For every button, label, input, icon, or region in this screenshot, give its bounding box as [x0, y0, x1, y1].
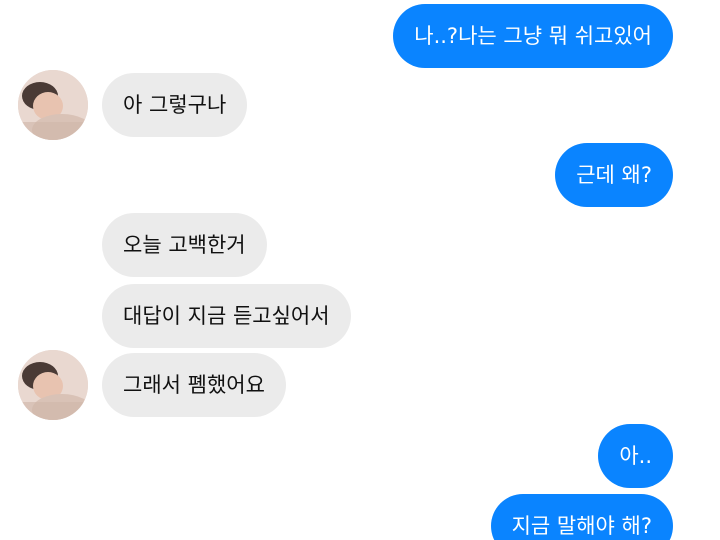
message-text: 지금 말해야 해? — [511, 514, 652, 538]
message-bubble-incoming[interactable]: 아 그렇구나 — [102, 73, 248, 137]
message-text: 아.. — [619, 444, 652, 468]
message-bubble-outgoing[interactable]: 근데 왜? — [555, 143, 673, 207]
message-text: 아 그렇구나 — [123, 93, 227, 117]
message-text: 오늘 고백한거 — [123, 233, 246, 257]
message-bubble-incoming[interactable]: 그래서 폠했어요 — [102, 353, 286, 417]
message-text: 대답이 지금 듣고싶어서 — [123, 304, 330, 328]
message-text: 나..?나는 그냥 뭐 쉬고있어 — [414, 24, 652, 48]
avatar-photo-icon — [18, 70, 88, 140]
avatar-photo-icon — [18, 350, 88, 420]
message-text: 그래서 폠했어요 — [123, 373, 265, 397]
contact-avatar[interactable] — [18, 350, 88, 420]
message-bubble-outgoing[interactable]: 지금 말해야 해? — [490, 494, 673, 540]
contact-avatar[interactable] — [18, 70, 88, 140]
message-bubble-incoming[interactable]: 오늘 고백한거 — [102, 213, 267, 277]
chat-conversation: 나..?나는 그냥 뭐 쉬고있어 아 그렇구나 근데 왜? 오늘 고백한거 대답… — [0, 0, 720, 540]
message-bubble-incoming[interactable]: 대답이 지금 듣고싶어서 — [102, 284, 351, 348]
message-text: 근데 왜? — [576, 163, 652, 187]
message-bubble-outgoing[interactable]: 나..?나는 그냥 뭐 쉬고있어 — [393, 4, 673, 68]
message-bubble-outgoing[interactable]: 아.. — [598, 424, 673, 488]
